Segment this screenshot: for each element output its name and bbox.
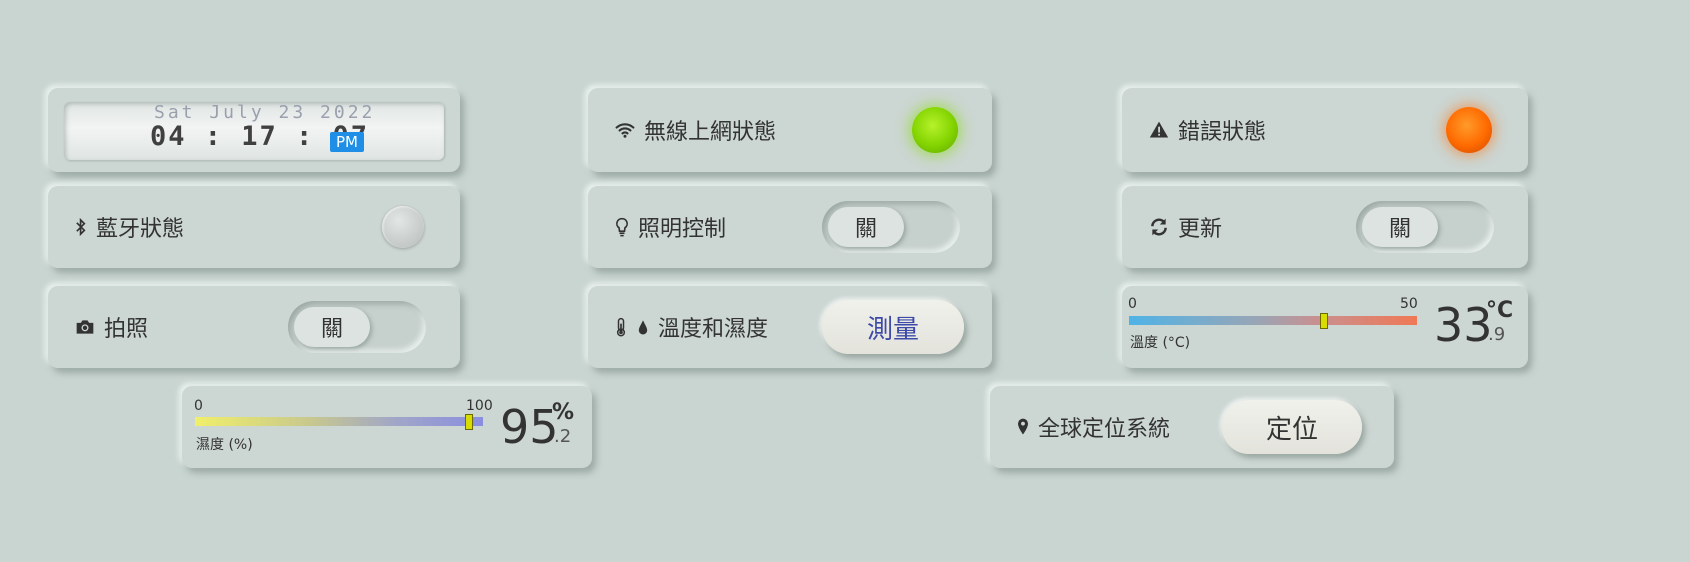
lightbulb-icon xyxy=(614,216,630,238)
gps-label: 全球定位系統 xyxy=(1038,417,1171,442)
refresh-icon xyxy=(1148,216,1170,238)
wifi-status-card: 無線上網狀態 xyxy=(588,88,992,172)
clock-ampm-badge: PM xyxy=(330,132,364,152)
temperature-indicator xyxy=(1320,313,1329,329)
lighting-control-card: 照明控制 關 xyxy=(588,186,992,268)
locate-button[interactable]: 定位 xyxy=(1222,400,1362,454)
humidity-decimal: .2 xyxy=(554,426,572,447)
temperature-caption: 溫度 (°C) xyxy=(1130,335,1191,351)
humidity-scale-bar xyxy=(195,417,483,426)
humidity-gauge-card: 0 100 濕度 (%) 95 % .2 xyxy=(182,386,592,468)
lighting-control-label: 照明控制 xyxy=(638,217,727,242)
map-marker-icon xyxy=(1016,416,1030,438)
refresh-toggle-knob: 關 xyxy=(1362,207,1438,247)
camera-label: 拍照 xyxy=(104,317,149,342)
temperature-value: 33 xyxy=(1434,298,1493,352)
error-status-card: 錯誤狀態 xyxy=(1122,88,1528,172)
humidity-caption: 濕度 (%) xyxy=(196,437,253,453)
lighting-toggle-knob: 關 xyxy=(828,207,904,247)
wifi-status-led xyxy=(912,107,958,153)
humidity-value: 95 xyxy=(500,400,559,454)
camera-toggle[interactable]: 關 xyxy=(288,301,426,353)
lighting-toggle[interactable]: 關 xyxy=(822,201,960,253)
wifi-status-label: 無線上網狀態 xyxy=(644,120,777,145)
temperature-decimal: .9 xyxy=(1488,324,1506,345)
temperature-scale-bar xyxy=(1129,316,1417,325)
camera-toggle-knob: 關 xyxy=(294,307,370,347)
droplet-icon xyxy=(636,316,650,338)
humidity-min-label: 0 xyxy=(194,398,203,414)
clock-card: Sat July 23 2022 04 : 17 : 07 PM xyxy=(48,88,460,172)
refresh-toggle[interactable]: 關 xyxy=(1356,201,1494,253)
refresh-label: 更新 xyxy=(1178,217,1223,242)
camera-icon xyxy=(74,316,96,338)
bluetooth-status-label: 藍牙狀態 xyxy=(96,217,185,242)
measure-button[interactable]: 測量 xyxy=(822,300,964,354)
bluetooth-icon xyxy=(74,216,88,238)
bluetooth-status-led xyxy=(382,206,424,248)
error-status-label: 錯誤狀態 xyxy=(1178,120,1267,145)
clock-display: Sat July 23 2022 04 : 17 : 07 PM xyxy=(64,102,444,160)
humidity-indicator xyxy=(465,414,474,430)
warning-icon xyxy=(1148,119,1170,141)
gps-card: 全球定位系統 定位 xyxy=(990,386,1394,468)
camera-card: 拍照 關 xyxy=(48,286,460,368)
thermometer-icon xyxy=(614,316,628,338)
temperature-min-label: 0 xyxy=(1128,296,1137,312)
refresh-card: 更新 關 xyxy=(1122,186,1528,268)
temperature-max-label: 50 xyxy=(1400,296,1418,312)
clock-date: Sat July 23 2022 xyxy=(154,102,376,123)
temp-humidity-card: 溫度和濕度 測量 xyxy=(588,286,992,368)
bluetooth-status-card: 藍牙狀態 xyxy=(48,186,460,268)
temperature-unit: °C xyxy=(1486,298,1514,323)
temperature-gauge-card: 0 50 溫度 (°C) 33 °C .9 xyxy=(1122,286,1528,368)
humidity-unit: % xyxy=(552,400,575,425)
wifi-icon xyxy=(614,119,636,141)
error-status-led xyxy=(1446,107,1492,153)
temp-humidity-label: 溫度和濕度 xyxy=(658,317,769,342)
humidity-max-label: 100 xyxy=(466,398,493,414)
